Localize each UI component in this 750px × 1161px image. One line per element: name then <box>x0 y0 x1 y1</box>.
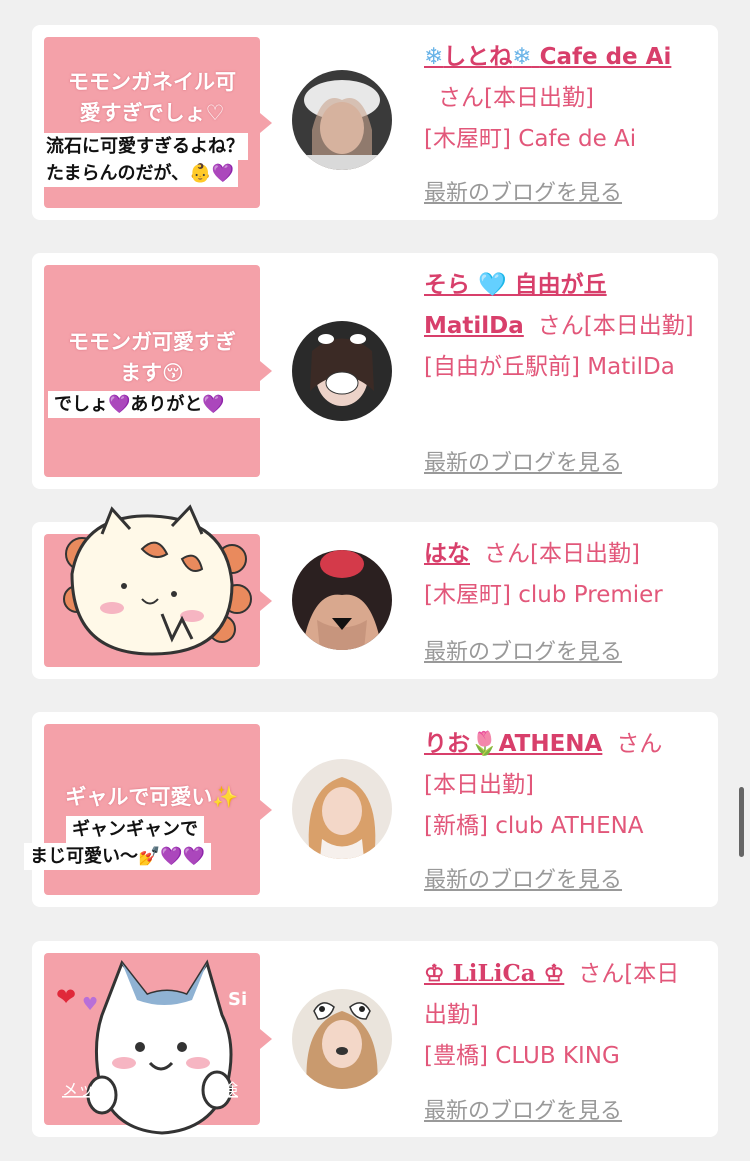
honorific: さん <box>438 85 484 111</box>
girl-info: そら 🩵 自由が丘 MatilDa さん[本日出勤] [自由が丘駅前] MatilD… <box>424 265 698 388</box>
honorific: さん <box>616 731 663 757</box>
avatar-photo-icon <box>292 989 392 1089</box>
work-status: [本日出勤] <box>530 541 640 567</box>
avatar[interactable] <box>292 989 392 1089</box>
girl-name-link[interactable]: りお🌷ATHENA <box>424 731 602 757</box>
svg-text:Si: Si <box>228 989 247 1010</box>
hachiware-sticker-icon <box>42 504 257 664</box>
svg-text:❤: ❤ <box>56 983 76 1011</box>
store-name: [豊橋] CLUB KING <box>424 1043 620 1069</box>
store-name: [自由が丘駅前] MatilDa <box>424 354 675 380</box>
blog-card-4[interactable]: ギャルで可愛い✨ ギャンギャンで まじ可愛い〜💅💜💜 りお🌷ATHENA さん [… <box>24 712 718 907</box>
avatar-photo-icon <box>292 550 392 650</box>
scrollbar[interactable] <box>739 787 744 857</box>
bubble-line: モモンガネイル可 <box>68 70 236 94</box>
honorific: さん <box>578 961 625 987</box>
honorific: さん <box>484 541 530 567</box>
bubble-line: 愛すぎでしょ♡ <box>79 101 225 125</box>
latest-blog-link[interactable]: 最新のブログを見る <box>424 1093 622 1125</box>
blog-card-3[interactable]: はな さん[本日出勤] [木屋町] club Premier 最新のブログを見る <box>32 504 718 679</box>
girl-info: はな さん[本日出勤] [木屋町] club Premier <box>424 534 698 616</box>
svg-text:♥: ♥ <box>82 994 98 1015</box>
avatar-photo-icon <box>292 759 392 859</box>
latest-blog-link[interactable]: 最新のブログを見る <box>424 634 622 666</box>
name-store: MatilDa <box>424 313 524 339</box>
latest-blog-link[interactable]: 最新のブログを見る <box>424 175 622 207</box>
girl-info: ♔ LiLiCa ♔ さん[本日出勤] [豊橋] CLUB KING <box>424 953 698 1077</box>
girl-info: りお🌷ATHENA さん [本日出勤] [新橋] club ATHENA <box>424 724 698 847</box>
girl-name-link[interactable]: ❄しとね❄ Cafe de Ai <box>424 44 671 70</box>
sticker-caption: ギャンギャンで <box>66 816 204 843</box>
girl-info: ❄しとね❄ Cafe de Ai さん[本日出勤] [木屋町] Cafe de A… <box>424 37 698 160</box>
girl-name-link[interactable]: ♔ LiLiCa ♔ <box>424 960 564 987</box>
avatar[interactable] <box>292 550 392 650</box>
girl-name-link[interactable]: はな <box>424 541 470 567</box>
store-name: [木屋町] club Premier <box>424 582 663 608</box>
name-store: Cafe de Ai <box>539 44 672 70</box>
sticker-caption: でしょ💜ありがと💜 <box>48 391 300 418</box>
bubble-line: ギャルで可愛い✨ <box>65 785 239 809</box>
snowflake-icon: ❄ <box>512 44 532 70</box>
comment-bubble: モモンガ可愛すぎ ます😚 <box>44 265 272 477</box>
work-status: [本日出勤] <box>484 85 594 111</box>
blog-card-1[interactable]: モモンガネイル可 愛すぎでしょ♡ 流石に可愛すぎるよね？ たまらんのだが、👶💜 … <box>32 25 718 220</box>
bubble-line: ます😚 <box>120 361 184 385</box>
avatar-photo-icon <box>292 70 392 170</box>
caption-line: たまらんのだが、👶💜 <box>42 160 238 187</box>
caption-line: 流石に可愛すぎるよね？ <box>42 133 248 160</box>
avatar-photo-icon <box>292 321 392 421</box>
store-name: [新橋] club ATHENA <box>424 813 644 839</box>
work-status: [本日出勤] <box>583 313 694 339</box>
blog-card-2[interactable]: モモンガ可愛すぎ ます😚 でしょ💜ありがと💜 そら 🩵 自由が丘 MatilDa さ… <box>32 253 718 489</box>
name-text: しとね <box>443 44 513 70</box>
svg-text:メッ: メッ <box>62 1080 94 1099</box>
name-text: そら 🩵 自由が丘 <box>424 272 607 298</box>
avatar[interactable] <box>292 321 392 421</box>
svg-text:険: 険 <box>222 1080 238 1099</box>
snowflake-icon: ❄ <box>424 44 444 70</box>
work-status: [本日出勤] <box>424 772 534 798</box>
blog-card-5[interactable]: ❤ ♥ Si メッ 険 ♔ LiLiCa ♔ さん[本日出勤] [豊橋] CLU… <box>32 941 718 1137</box>
latest-blog-link[interactable]: 最新のブログを見る <box>424 445 622 477</box>
honorific: さん <box>537 313 584 339</box>
avatar[interactable] <box>292 70 392 170</box>
bubble-line: モモンガ可愛すぎ <box>68 330 236 354</box>
hachiware-cat-sticker-icon: ❤ ♥ Si メッ 険 <box>42 955 262 1140</box>
avatar[interactable] <box>292 759 392 859</box>
sticker-caption: まじ可愛い〜💅💜💜 <box>24 843 212 870</box>
store-name: [木屋町] Cafe de Ai <box>424 126 637 152</box>
sticker-caption: 流石に可愛すぎるよね？ たまらんのだが、👶💜 <box>36 133 254 187</box>
latest-blog-link[interactable]: 最新のブログを見る <box>424 862 622 894</box>
